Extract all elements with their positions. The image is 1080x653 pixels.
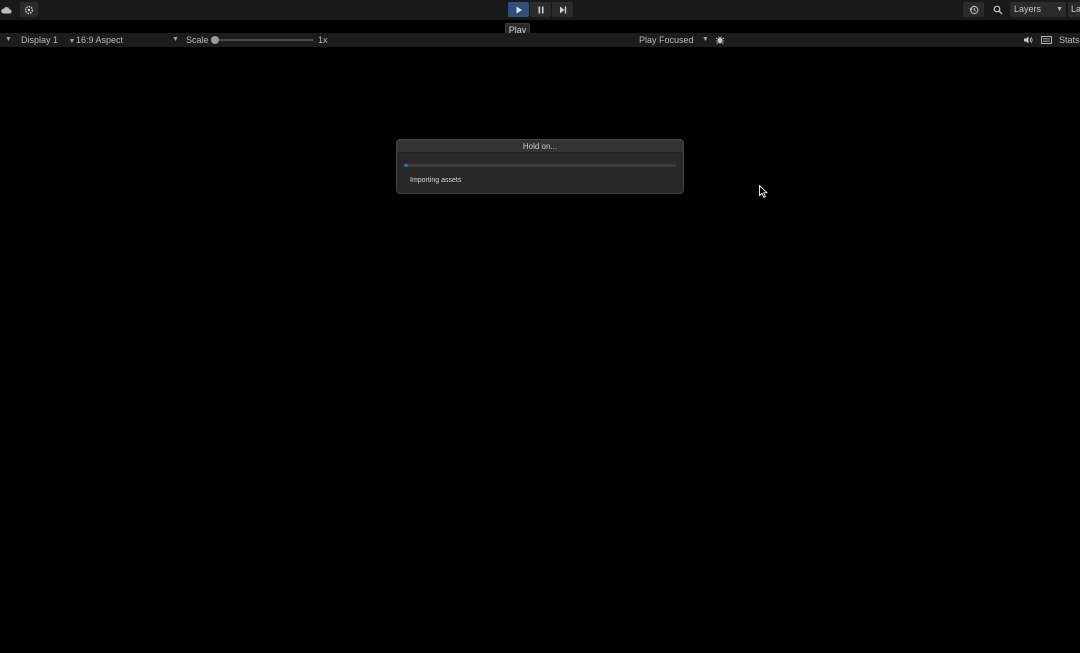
progress-bar-fill [404,164,408,167]
chevron-down-icon: ▼ [68,38,76,45]
gear-icon[interactable] [20,2,38,17]
layers-label: Layers [1014,4,1042,14]
pause-button[interactable] [530,2,551,17]
aspect-dropdown[interactable]: 16:9 Aspect ▼ [76,33,180,47]
layers-dropdown[interactable]: Layers ▼ [1010,2,1066,17]
play-mode-dropdown[interactable]: Play Focused ▼ [639,33,711,47]
scale-slider-track[interactable] [214,39,314,41]
layout-label: La [1071,4,1080,14]
scale-value: 1x [318,35,328,45]
search-button[interactable] [987,2,1008,17]
audio-icon[interactable] [1023,35,1033,49]
debug-bug-icon[interactable] [715,35,725,49]
game-view-toolbar: ▼ Display 1 ▼ 16:9 Aspect ▼ Scale 1x Pla… [0,33,1080,47]
gizmos-icon[interactable] [1041,35,1052,49]
chevron-down-icon: ▼ [702,36,709,43]
main-toolbar: Layers ▼ La [0,0,1080,20]
pause-icon [538,6,543,13]
search-icon [993,5,1002,14]
play-icon [516,6,522,13]
display-dropdown[interactable]: Display 1 ▼ [21,33,75,47]
dialog-title: Hold on... [397,140,683,153]
chevron-down-icon: ▼ [1056,6,1063,13]
layout-dropdown[interactable]: La [1068,2,1080,17]
progress-bar [404,164,676,167]
play-button[interactable] [508,2,529,17]
aspect-label: 16:9 Aspect [76,35,124,45]
scale-slider-handle[interactable] [211,36,219,44]
display-label: Display 1 [21,35,59,45]
history-button[interactable] [963,2,984,17]
mouse-cursor-icon [759,185,768,198]
step-icon [559,6,566,13]
scale-label: Scale [186,35,209,45]
chevron-down-icon: ▼ [172,36,179,43]
play-mode-label: Play Focused [639,35,694,45]
cloud-icon[interactable] [0,2,13,17]
game-view-menu-icon[interactable]: ▼ [5,33,12,47]
history-icon [968,5,978,14]
stats-button[interactable]: Stats [1059,33,1080,47]
progress-dialog: Hold on... Importing assets [396,139,684,194]
step-button[interactable] [552,2,573,17]
dialog-status-text: Importing assets [410,177,462,184]
